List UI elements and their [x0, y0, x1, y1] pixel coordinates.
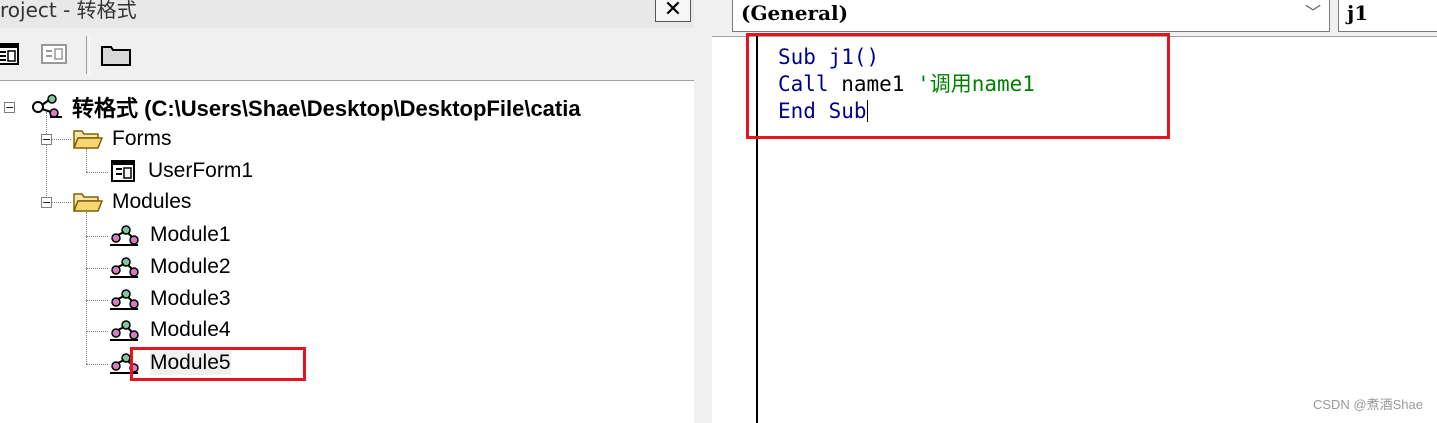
object-combo-value: (General)	[741, 1, 849, 25]
module1-label: Module1	[150, 223, 231, 246]
procedure-combo[interactable]: j1	[1338, 0, 1437, 32]
project-root-label: 转格式 (C:\Users\Shae\Desktop\DesktopFile\c…	[72, 96, 581, 121]
tree-connector	[86, 236, 108, 237]
userform-icon	[111, 160, 135, 182]
highlight-box-code	[746, 33, 1170, 139]
project-explorer: roject - 转格式 ✕ − 转格式 (C:\Users\Shae\Desk…	[0, 0, 695, 423]
forms-folder-label: Forms	[112, 127, 172, 150]
view-object-icon[interactable]	[40, 40, 68, 68]
open-folder-icon	[72, 130, 104, 149]
userform1-label: UserForm1	[148, 159, 254, 182]
module4-label: Module4	[150, 318, 231, 341]
close-button[interactable]: ✕	[655, 0, 691, 22]
tree-item-userform1[interactable]: UserForm1	[110, 156, 253, 186]
toolbar-separator	[86, 36, 90, 74]
tree-item-module4[interactable]: Module4	[108, 315, 231, 345]
tree-connector	[86, 212, 87, 364]
tree-connector	[86, 364, 108, 365]
code-combo-bar: (General) ﹀ j1	[712, 0, 1437, 37]
forms-expander[interactable]: −	[41, 134, 52, 145]
tree-connector	[86, 331, 108, 332]
open-folder-icon	[72, 193, 104, 212]
module2-label: Module2	[150, 255, 231, 278]
tree-root-project[interactable]: 转格式 (C:\Users\Shae\Desktop\DesktopFile\c…	[30, 92, 581, 122]
tree-folder-forms[interactable]: Forms	[72, 124, 172, 154]
tree-connector	[86, 268, 108, 269]
tree-item-module3[interactable]: Module3	[108, 284, 231, 314]
tree-connector	[86, 172, 108, 173]
folder-icon[interactable]	[100, 40, 131, 68]
project-titlebar: roject - 转格式 ✕	[0, 0, 694, 28]
module-icon	[110, 289, 139, 310]
object-combo[interactable]: (General) ﹀	[732, 0, 1330, 32]
module-icon	[110, 257, 139, 278]
module3-label: Module3	[150, 287, 231, 310]
modules-folder-label: Modules	[112, 190, 192, 213]
pane-splitter[interactable]	[694, 0, 713, 423]
chevron-down-icon: ﹀	[1304, 3, 1321, 22]
project-title: roject - 转格式	[0, 0, 137, 22]
root-expander[interactable]: −	[4, 102, 15, 113]
project-toolbar	[0, 28, 694, 81]
module-icon	[110, 225, 139, 246]
tree-connector	[46, 142, 47, 204]
tree-item-module1[interactable]: Module1	[108, 220, 231, 250]
tree-connector	[86, 300, 108, 301]
tree-item-module2[interactable]: Module2	[108, 252, 231, 282]
watermark: CSDN @煮酒Shae	[1312, 397, 1423, 412]
modules-expander[interactable]: −	[41, 197, 52, 208]
procedure-combo-value: j1	[1347, 1, 1369, 25]
vba-project-icon	[32, 94, 62, 118]
tree-folder-modules[interactable]: Modules	[72, 187, 191, 217]
tree-connector	[51, 139, 71, 140]
tree-connector	[51, 202, 71, 203]
view-code-icon[interactable]	[0, 40, 22, 68]
module-icon	[110, 320, 139, 341]
highlight-box-module5	[130, 347, 306, 381]
code-window: (General) ﹀ j1 Sub j1() Call name1 '调用na…	[712, 0, 1437, 423]
